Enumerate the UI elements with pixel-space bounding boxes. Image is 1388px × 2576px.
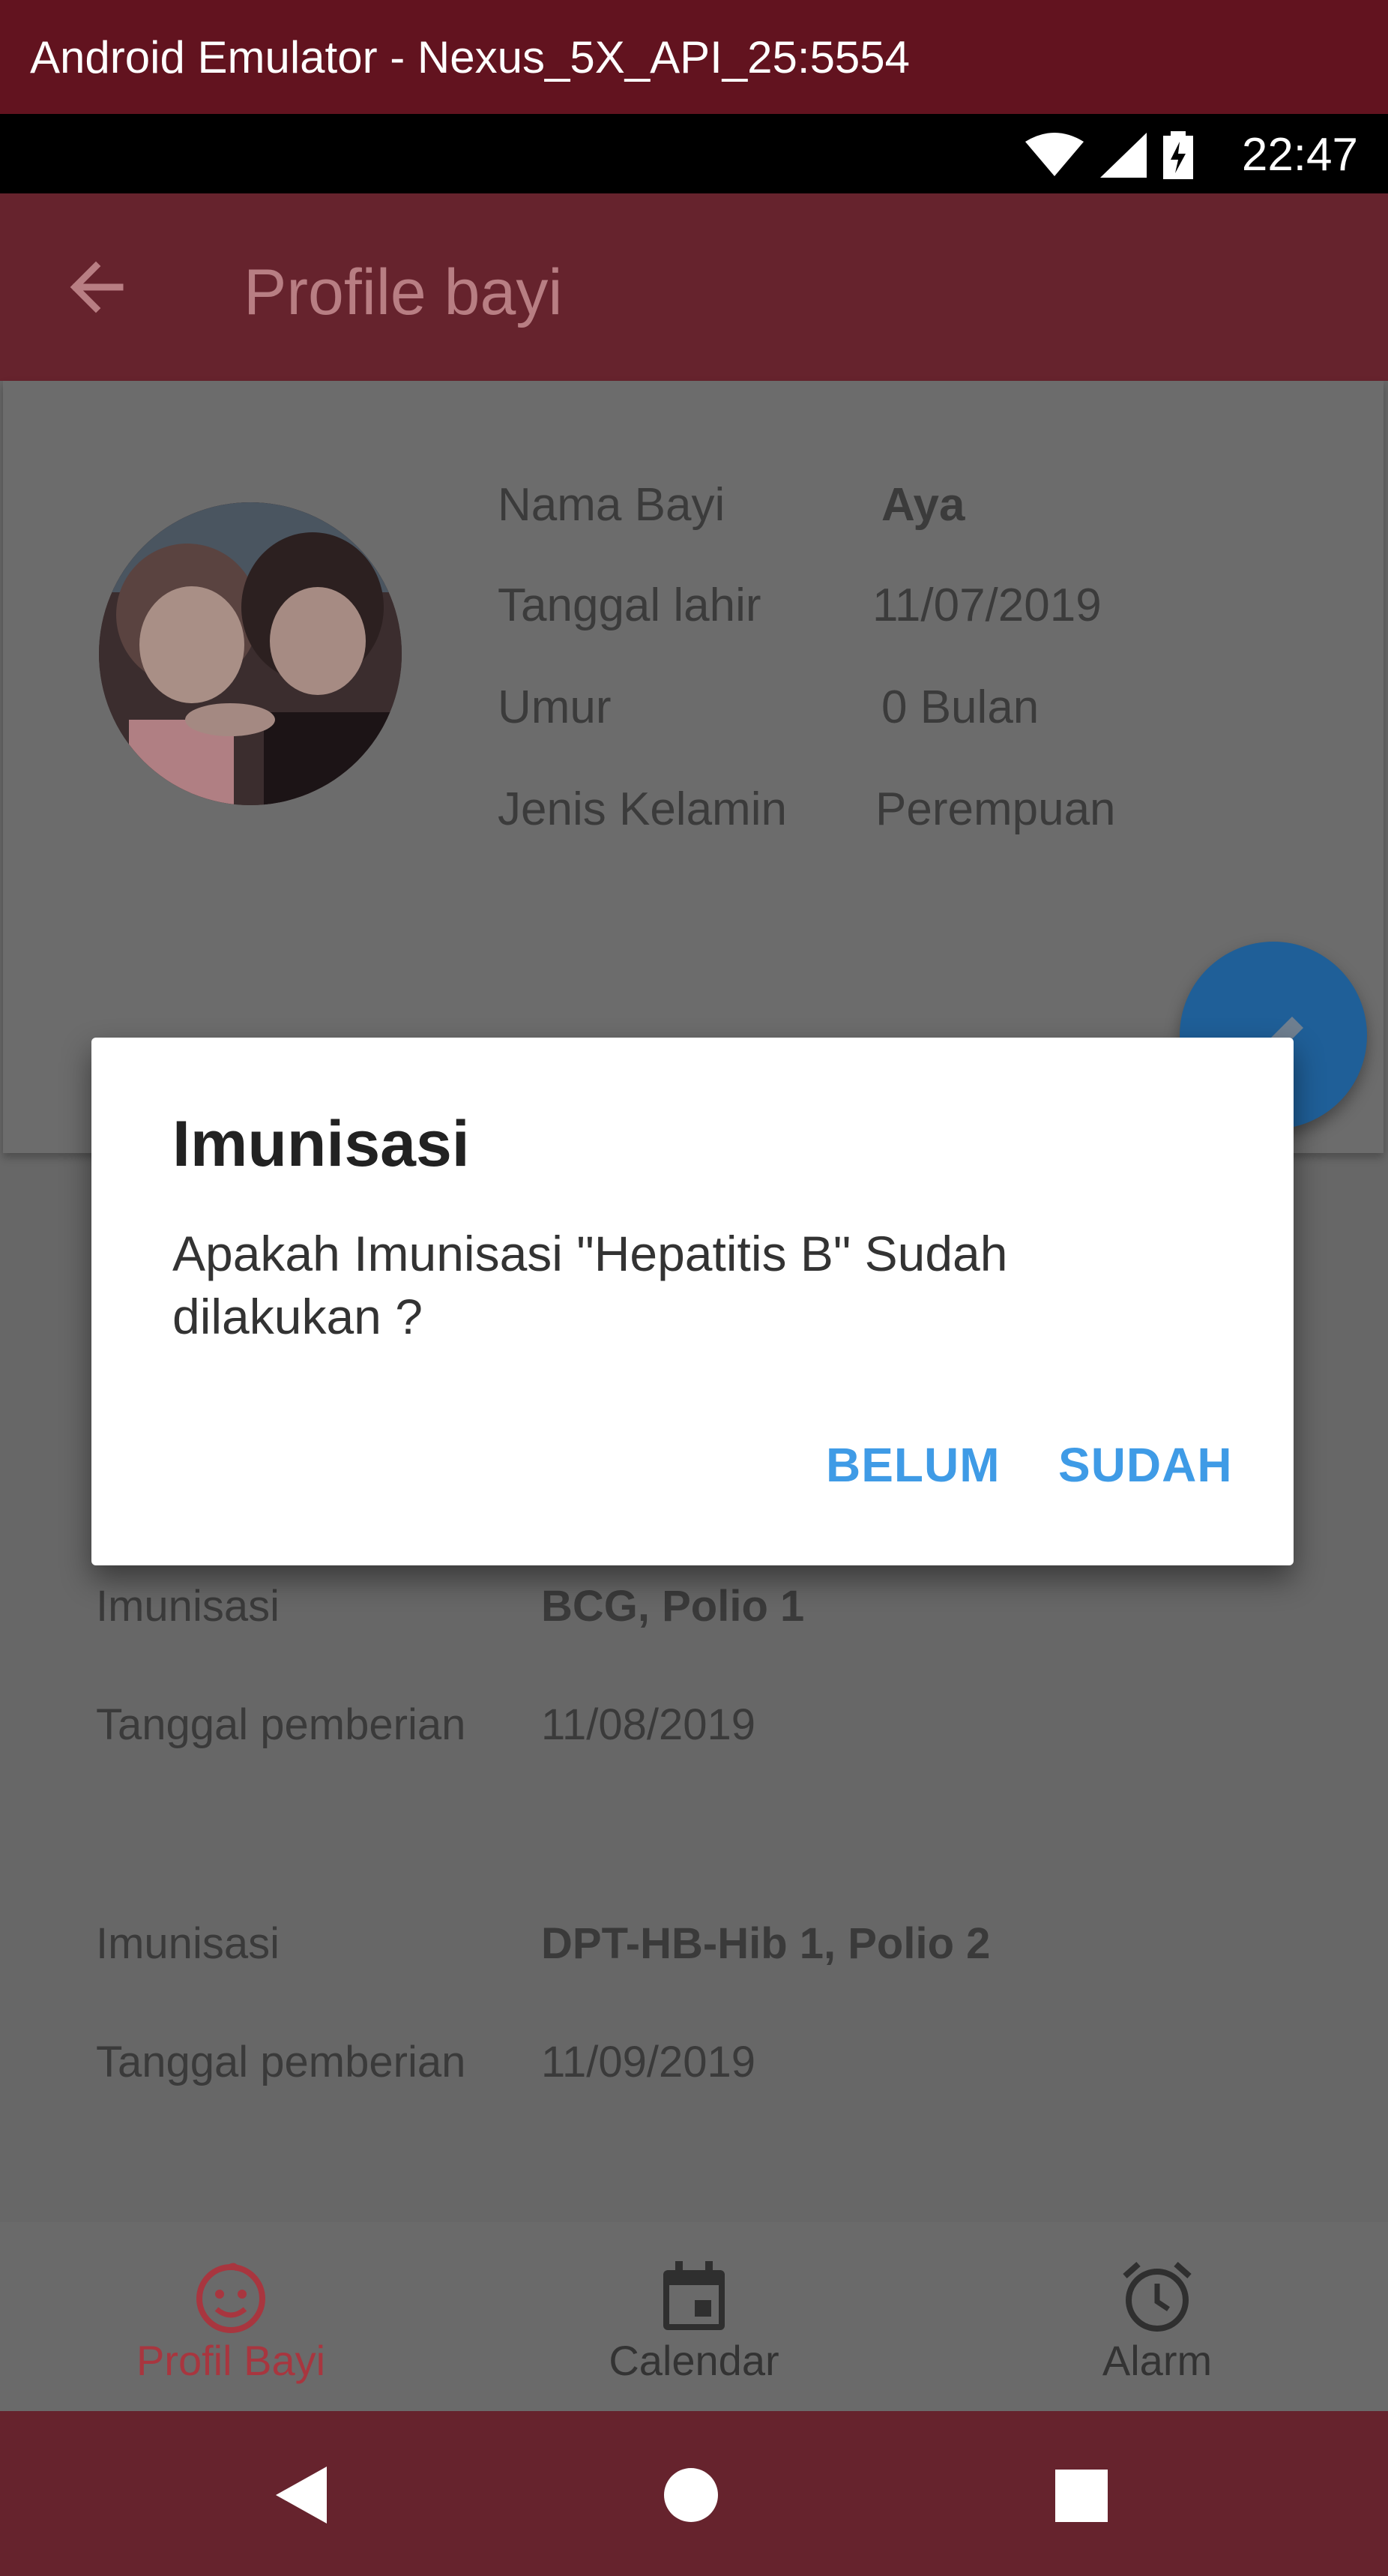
nav-back-icon[interactable]: [276, 2467, 328, 2524]
battery-charging-icon: [1163, 131, 1193, 179]
schedule-tanggal-label-2: Tanggal pemberian: [96, 2038, 466, 2086]
nav-item-alarm[interactable]: Alarm: [926, 2222, 1388, 2411]
schedule-tanggal-value-1: 11/08/2019: [541, 1700, 755, 1749]
schedule-tanggal-label-1: Tanggal pemberian: [96, 1700, 466, 1749]
avatar-photo: [99, 502, 402, 805]
schedule-imunisasi-label-1: Imunisasi: [96, 1582, 280, 1631]
cell-signal-icon: [1100, 133, 1147, 178]
schedule-tanggal-value-2: 11/09/2019: [541, 2038, 755, 2086]
window-titlebar: Android Emulator - Nexus_5X_API_25:5554: [0, 0, 1388, 114]
system-navigation-bar: [0, 2411, 1388, 2576]
app-bar: Profile bayi: [0, 193, 1388, 381]
info-value-umur: 0 Bulan: [881, 681, 1040, 733]
nav-label-alarm: Alarm: [1102, 2337, 1213, 2384]
nav-item-profil-bayi[interactable]: Profil Bayi: [0, 2222, 462, 2411]
alarm-clock-icon: [1123, 2262, 1192, 2332]
nav-label-profil-bayi: Profil Bayi: [136, 2337, 326, 2384]
bottom-navigation: Profil Bayi Calendar Alarm: [0, 2222, 1388, 2411]
schedule-imunisasi-value-2: DPT-HB-Hib 1, Polio 2: [541, 1919, 991, 1968]
schedule-imunisasi-label-2: Imunisasi: [96, 1919, 280, 1968]
nav-recents-icon[interactable]: [1055, 2470, 1108, 2522]
info-value-nama: Aya: [881, 479, 965, 531]
wifi-icon: [1025, 133, 1084, 176]
schedule-imunisasi-value-1: BCG, Polio 1: [541, 1582, 805, 1631]
info-label-umur: Umur: [498, 681, 612, 733]
calendar-icon: [663, 2261, 725, 2330]
arrow-back-icon[interactable]: [60, 250, 135, 325]
info-value-tanggal-lahir: 11/07/2019: [872, 580, 1102, 631]
dialog-sudah-button[interactable]: SUDAH: [1058, 1436, 1233, 1493]
dialog-title: Imunisasi: [172, 1108, 470, 1180]
baby-avatar[interactable]: [99, 502, 402, 805]
confirm-dialog: Imunisasi Apakah Imunisasi "Hepatitis B"…: [91, 1038, 1294, 1565]
page-title: Profile bayi: [244, 256, 563, 328]
nav-home-icon[interactable]: [663, 2467, 719, 2524]
window-title: Android Emulator - Nexus_5X_API_25:5554: [30, 32, 911, 82]
status-bar: 22:47: [0, 114, 1388, 193]
nav-item-calendar[interactable]: Calendar: [462, 2222, 926, 2411]
nav-label-calendar: Calendar: [609, 2337, 779, 2384]
info-label-tanggal-lahir: Tanggal lahir: [498, 580, 761, 631]
info-label-jenis-kelamin: Jenis Kelamin: [498, 783, 787, 835]
baby-face-icon: [196, 2263, 265, 2333]
status-time: 22:47: [1241, 129, 1358, 181]
dialog-belum-button[interactable]: BELUM: [826, 1436, 1001, 1493]
status-icons: [1025, 131, 1193, 179]
info-value-jenis-kelamin: Perempuan: [875, 783, 1116, 835]
dialog-message: Apakah Imunisasi "Hepatitis B" Sudah dil…: [172, 1226, 1008, 1344]
info-label-nama: Nama Bayi: [498, 479, 725, 531]
